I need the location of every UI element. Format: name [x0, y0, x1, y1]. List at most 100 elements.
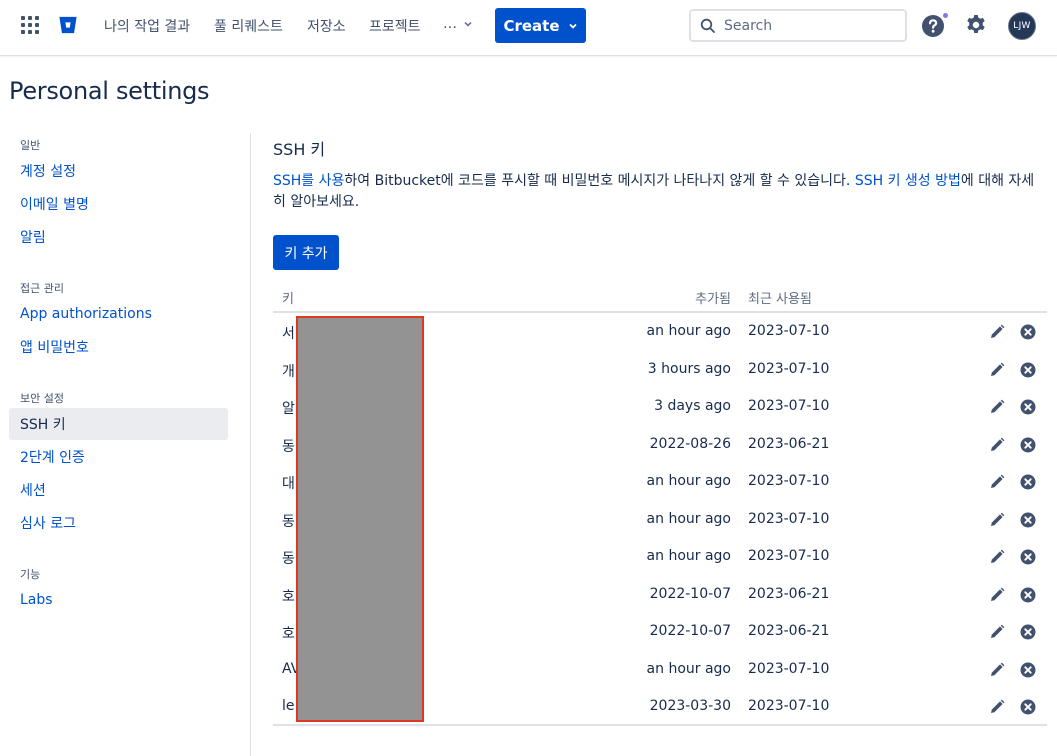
last-used-date: 2023-07-10	[748, 323, 830, 339]
app-switcher-icon[interactable]	[21, 16, 39, 34]
header-key: 키	[282, 292, 294, 307]
search-box[interactable]	[689, 9, 907, 42]
key-label: le	[282, 698, 295, 714]
gear-icon[interactable]	[964, 13, 988, 37]
added-date: an hour ago	[646, 660, 731, 677]
last-used-date: 2023-07-10	[748, 548, 830, 564]
last-used-date: 2023-07-10	[748, 698, 830, 714]
added-date: 3 days ago	[654, 398, 731, 414]
key-label: 서	[282, 326, 295, 342]
nav-item-pull-requests[interactable]: 풀 리퀘스트	[214, 16, 283, 36]
delete-icon[interactable]	[1020, 474, 1036, 490]
added-date: 2022-10-07	[649, 623, 731, 639]
edit-icon[interactable]	[988, 398, 1006, 416]
section-title: SSH 키	[273, 140, 326, 159]
delete-icon[interactable]	[1020, 662, 1036, 678]
sidebar-group-features: 기능	[20, 568, 41, 581]
delete-icon[interactable]	[1020, 437, 1036, 453]
add-key-button[interactable]: 키 추가	[273, 235, 339, 270]
sidebar-item-email-aliases[interactable]: 이메일 별명	[9, 188, 228, 220]
page-title: Personal settings	[9, 77, 210, 105]
sidebar-item-app-passwords[interactable]: 앱 비밀번호	[9, 331, 228, 363]
key-label: AV	[282, 660, 297, 677]
nav-more-button[interactable]: …	[443, 16, 473, 32]
top-navigation: 나의 작업 결과 풀 리퀘스트 저장소 프로젝트 … Create LJW	[0, 0, 1057, 56]
edit-icon[interactable]	[988, 698, 1006, 716]
edit-icon[interactable]	[988, 586, 1006, 604]
add-key-label: 키 추가	[284, 245, 328, 262]
table-header: 키 추가됨 최근 사용됨	[273, 283, 1047, 313]
nav-item-repositories[interactable]: 저장소	[307, 16, 346, 36]
header-added: 추가됨	[695, 292, 731, 307]
avatar[interactable]: LJW	[1008, 12, 1036, 40]
key-label: 개	[282, 363, 295, 380]
sidebar-item-audit-log[interactable]: 심사 로그	[9, 507, 228, 539]
added-date: an hour ago	[646, 510, 731, 527]
delete-icon[interactable]	[1020, 624, 1036, 640]
sidebar-group-general: 일반	[20, 139, 41, 152]
delete-icon[interactable]	[1020, 549, 1036, 565]
added-date: 2022-10-07	[649, 585, 731, 602]
added-date: 3 hours ago	[647, 360, 731, 377]
sidebar-item-sessions[interactable]: 세션	[9, 474, 228, 506]
added-date: 2023-03-30	[649, 698, 731, 714]
edit-icon[interactable]	[988, 511, 1006, 529]
last-used-date: 2023-07-10	[748, 398, 830, 414]
search-icon	[700, 18, 715, 33]
key-label: 호	[282, 626, 295, 642]
key-label: 호	[282, 588, 295, 605]
added-date: an hour ago	[646, 548, 731, 564]
table-bottom-border	[273, 724, 1047, 726]
last-used-date: 2023-06-21	[748, 585, 830, 602]
ssh-usage-link[interactable]: SSH를 사용	[273, 173, 344, 189]
added-date: an hour ago	[646, 323, 731, 339]
avatar-initials: LJW	[1013, 21, 1031, 31]
sidebar-item-notifications[interactable]: 알림	[9, 221, 228, 253]
search-input[interactable]	[724, 17, 894, 34]
key-label: 대	[282, 476, 295, 492]
notification-badge	[941, 11, 950, 20]
delete-icon[interactable]	[1020, 512, 1036, 528]
last-used-date: 2023-07-10	[748, 473, 830, 489]
last-used-date: 2023-07-10	[748, 510, 830, 527]
edit-icon[interactable]	[988, 436, 1006, 454]
chevron-down-icon	[464, 21, 473, 27]
create-label: Create	[503, 16, 560, 35]
edit-icon[interactable]	[988, 548, 1006, 566]
sidebar-group-security: 보안 설정	[20, 392, 64, 405]
key-label: 동	[282, 513, 295, 530]
sidebar-divider	[250, 133, 251, 756]
description-text-1: 하여 Bitbucket에 코드를 푸시할 때 비밀번호 메시지가 나타나지 않…	[344, 173, 855, 189]
edit-icon[interactable]	[988, 473, 1006, 491]
key-label: 동	[282, 551, 295, 567]
last-used-date: 2023-06-21	[748, 435, 830, 452]
sidebar-item-labs[interactable]: Labs	[9, 584, 228, 616]
header-last-used: 최근 사용됨	[748, 292, 812, 307]
delete-icon[interactable]	[1020, 362, 1036, 378]
last-used-date: 2023-07-10	[748, 360, 830, 377]
last-used-date: 2023-06-21	[748, 623, 830, 639]
edit-icon[interactable]	[988, 323, 1006, 341]
sidebar-group-access-management: 접근 관리	[20, 282, 64, 295]
bitbucket-logo-icon[interactable]	[57, 14, 79, 36]
edit-icon[interactable]	[988, 623, 1006, 641]
redacted-key-names	[296, 316, 424, 722]
description: SSH를 사용하여 Bitbucket에 코드를 푸시할 때 비밀번호 메시지가…	[273, 171, 1047, 213]
sidebar-item-ssh-keys[interactable]: SSH 키	[9, 408, 228, 440]
delete-icon[interactable]	[1020, 587, 1036, 603]
edit-icon[interactable]	[988, 361, 1006, 379]
sidebar-item-account-settings[interactable]: 계정 설정	[9, 155, 228, 187]
create-button[interactable]: Create	[495, 8, 586, 43]
delete-icon[interactable]	[1020, 324, 1036, 340]
edit-icon[interactable]	[988, 661, 1006, 679]
delete-icon[interactable]	[1020, 699, 1036, 715]
nav-item-my-work[interactable]: 나의 작업 결과	[104, 16, 190, 36]
ssh-key-generation-link[interactable]: SSH 키 생성 방법	[855, 173, 961, 189]
key-label: 동	[282, 438, 295, 455]
nav-item-projects[interactable]: 프로젝트	[369, 16, 421, 36]
delete-icon[interactable]	[1020, 399, 1036, 415]
last-used-date: 2023-07-10	[748, 660, 830, 677]
key-label: 알	[282, 401, 295, 417]
sidebar-item-two-step-verification[interactable]: 2단계 인증	[9, 441, 228, 473]
sidebar-item-app-authorizations[interactable]: App authorizations	[9, 298, 228, 330]
